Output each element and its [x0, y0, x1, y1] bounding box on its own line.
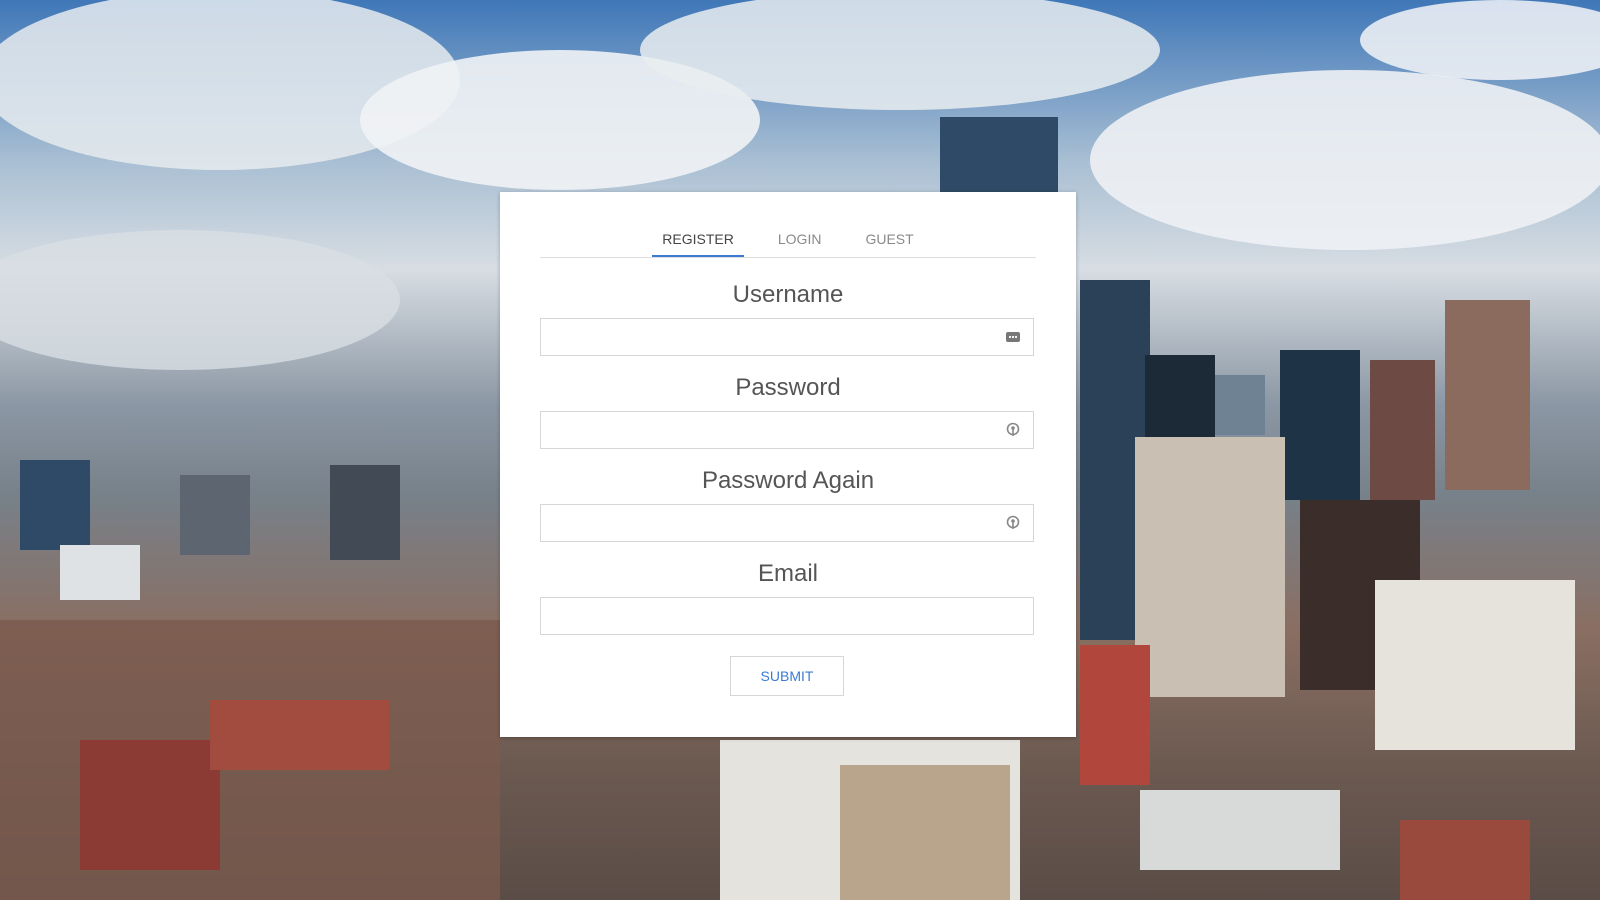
password-again-label: Password Again: [701, 467, 875, 494]
username-input[interactable]: [541, 319, 1001, 355]
tab-register[interactable]: REGISTER: [652, 222, 744, 257]
autofill-dots-icon[interactable]: [1005, 329, 1021, 345]
key-icon[interactable]: [1005, 515, 1021, 531]
password-label: Password: [735, 374, 841, 401]
password-input[interactable]: [541, 412, 1001, 448]
tab-bar: REGISTER LOGIN GUEST: [540, 222, 1036, 258]
email-label: Email: [757, 560, 818, 587]
email-field[interactable]: [540, 597, 1034, 635]
username-field[interactable]: [540, 318, 1034, 356]
username-label: Username: [732, 281, 844, 308]
email-input[interactable]: [541, 598, 1001, 634]
password-again-input[interactable]: [541, 505, 1001, 541]
password-field[interactable]: [540, 411, 1034, 449]
password-again-field[interactable]: [540, 504, 1034, 542]
key-icon[interactable]: [1005, 422, 1021, 438]
register-card: REGISTER LOGIN GUEST Username Password P…: [500, 192, 1076, 737]
submit-button[interactable]: SUBMIT: [730, 656, 844, 696]
tab-guest[interactable]: GUEST: [855, 222, 923, 257]
tab-login[interactable]: LOGIN: [768, 222, 832, 257]
